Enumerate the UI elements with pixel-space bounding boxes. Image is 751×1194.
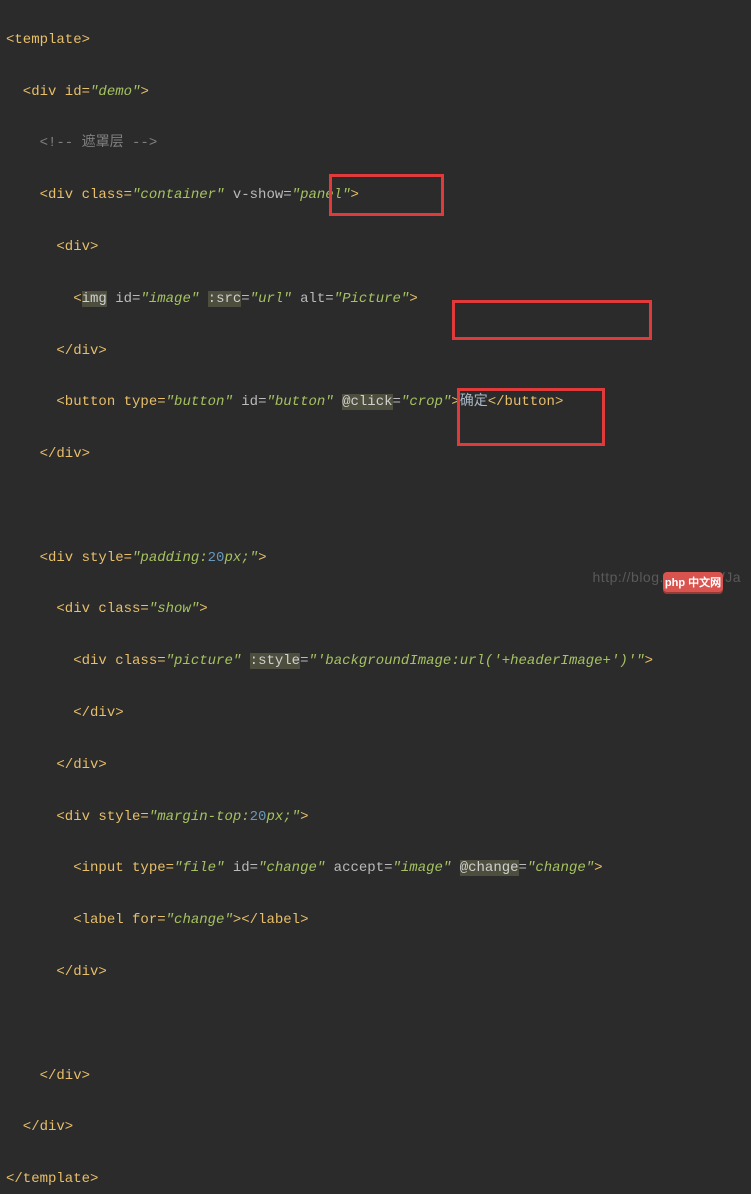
- code-line: <div style="margin-top:20px;">: [6, 805, 751, 831]
- code-line: </div>: [6, 1064, 751, 1090]
- code-line: <input type="file" id="change" accept="i…: [6, 856, 751, 882]
- code-line: </div>: [6, 701, 751, 727]
- code-line: </div>: [6, 753, 751, 779]
- code-line: </div>: [6, 960, 751, 986]
- php-logo-badge: php 中文网: [663, 572, 723, 594]
- code-line: [6, 1012, 751, 1038]
- code-line: <div>: [6, 235, 751, 261]
- code-line: </div>: [6, 442, 751, 468]
- code-line: <button type="button" id="button" @click…: [6, 390, 751, 416]
- code-line: <div class="container" v-show="panel">: [6, 183, 751, 209]
- code-line: <!-- 遮罩层 -->: [6, 131, 751, 157]
- code-line: <img id="image" :src="url" alt="Picture"…: [6, 287, 751, 313]
- code-line: <template>: [6, 28, 751, 54]
- code-line: <label for="change"></label>: [6, 908, 751, 934]
- code-line: </template>: [6, 1167, 751, 1193]
- code-line: <div id="demo">: [6, 80, 751, 106]
- code-line: </div>: [6, 1115, 751, 1141]
- code-line: <div class="picture" :style="'background…: [6, 649, 751, 675]
- code-line: </div>: [6, 339, 751, 365]
- code-editor[interactable]: <template> <div id="demo"> <!-- 遮罩层 --> …: [0, 0, 751, 1194]
- code-line: [6, 494, 751, 520]
- code-line: <div class="show">: [6, 597, 751, 623]
